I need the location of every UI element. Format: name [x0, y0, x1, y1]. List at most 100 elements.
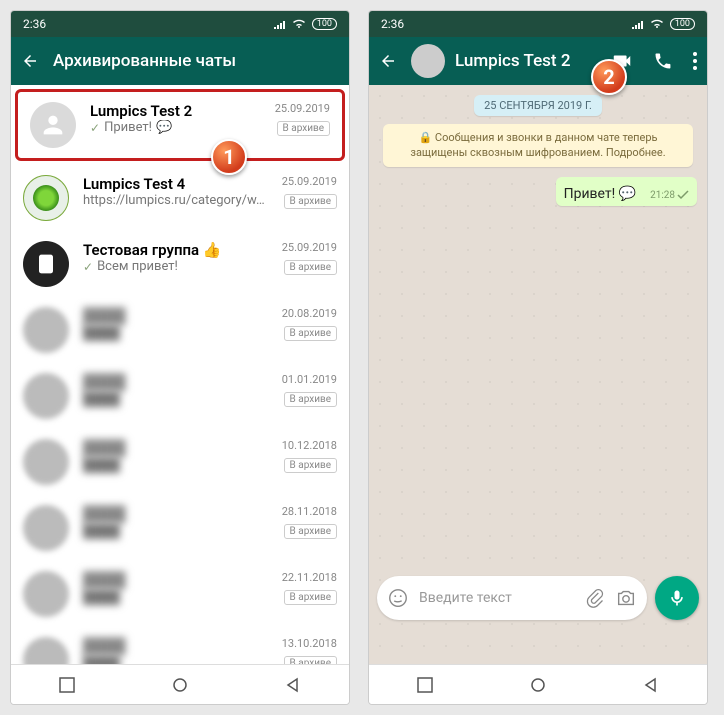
avatar: [23, 241, 69, 287]
nav-home-icon[interactable]: [172, 677, 188, 693]
message-text: Привет! 💬: [564, 186, 637, 202]
chat-preview: ████: [83, 523, 268, 539]
chat-preview: ✓Всем привет!: [83, 259, 268, 274]
chat-name: Lumpics Test 4: [83, 175, 268, 193]
mic-button[interactable]: [655, 576, 699, 620]
chat-date: 20.08.2019: [282, 307, 337, 320]
input-placeholder: Введите текст: [419, 590, 575, 606]
nav-back-icon[interactable]: [285, 677, 301, 693]
camera-icon[interactable]: [615, 587, 637, 609]
chat-preview: ████: [83, 391, 268, 407]
status-icons: 100: [274, 18, 337, 30]
app-bar: Lumpics Test 2: [369, 37, 707, 85]
wifi-icon: [292, 19, 306, 29]
chat-name: ████: [83, 439, 268, 457]
chat-item[interactable]: ████████20.08.2019В архиве: [11, 297, 349, 363]
encryption-notice[interactable]: 🔒 Сообщения и звонки в данном чате тепер…: [383, 124, 693, 167]
avatar: [30, 102, 76, 148]
avatar: [23, 439, 69, 485]
chat-date: 10.12.2018: [282, 439, 337, 452]
status-bar: 2:36 100: [369, 11, 707, 37]
chat-item[interactable]: ████████ 22.11.2018 В архиве: [11, 561, 349, 627]
wifi-icon: [650, 19, 664, 29]
callout-2: 2: [591, 59, 627, 95]
signal-icon: [632, 19, 644, 29]
date-divider: 25 СЕНТЯБРЯ 2019 Г.: [474, 95, 602, 116]
chat-name: ████: [83, 571, 268, 589]
chat-messages[interactable]: 25 СЕНТЯБРЯ 2019 Г. 🔒 Сообщения и звонки…: [369, 85, 707, 664]
chat-date: 25.09.2019: [282, 175, 337, 188]
clock: 2:36: [381, 17, 632, 31]
chat-item[interactable]: ████████28.11.2018В архиве: [11, 495, 349, 561]
highlight-selected-chat: Lumpics Test 2 ✓Привет! 💬 25.09.2019 В а…: [15, 89, 345, 161]
status-icons: 100: [632, 18, 695, 30]
battery-icon: 100: [670, 18, 695, 30]
chat-item[interactable]: ████████ 01.01.2019 В архиве: [11, 363, 349, 429]
delivered-tick-icon: ✓: [83, 260, 93, 274]
nav-home-icon[interactable]: [530, 677, 546, 693]
chat-date: 01.01.2019: [282, 373, 337, 386]
callout-1: 1: [211, 139, 247, 175]
sent-tick-icon: [677, 190, 689, 200]
avatar: [23, 175, 69, 221]
chat-preview: ✓Привет! 💬: [90, 120, 261, 135]
chat-preview: ████: [83, 589, 268, 605]
chat-date: 13.10.2018: [282, 637, 337, 650]
avatar: [23, 637, 69, 664]
nav-recent-icon[interactable]: [59, 677, 75, 693]
avatar: [23, 373, 69, 419]
nav-recent-icon[interactable]: [417, 677, 433, 693]
android-navbar: [369, 664, 707, 704]
chat-date: 25.09.2019: [275, 102, 330, 115]
back-button[interactable]: [379, 52, 397, 70]
archive-badge: В архиве: [284, 194, 337, 209]
chat-preview: https://lumpics.ru/category/w…: [83, 193, 268, 208]
chat-preview: ████: [83, 655, 268, 664]
chat-preview: ████: [83, 325, 268, 341]
archive-badge: В архиве: [284, 590, 337, 605]
nav-back-icon[interactable]: [643, 677, 659, 693]
delivered-tick-icon: ✓: [90, 121, 100, 135]
battery-icon: 100: [312, 18, 337, 30]
contact-avatar[interactable]: [411, 44, 445, 78]
chat-item[interactable]: Тестовая группа 👍 ✓Всем привет! 25.09.20…: [11, 231, 349, 297]
attach-icon[interactable]: [585, 588, 605, 608]
chat-item[interactable]: ████████10.12.2018В архиве: [11, 429, 349, 495]
archive-badge: В архиве: [284, 392, 337, 407]
message-outgoing[interactable]: Привет! 💬 21:28: [556, 177, 697, 206]
avatar: [23, 307, 69, 353]
archive-badge: В архиве: [284, 458, 337, 473]
archive-badge: В архиве: [284, 260, 337, 275]
chat-name: ████: [83, 373, 268, 391]
back-button[interactable]: [21, 52, 39, 70]
message-input-bar: Введите текст: [377, 576, 699, 620]
clock: 2:36: [23, 17, 274, 31]
avatar: [23, 505, 69, 551]
voice-call-icon[interactable]: [653, 51, 673, 71]
chat-list[interactable]: Lumpics Test 2 ✓Привет! 💬 25.09.2019 В а…: [11, 85, 349, 664]
archive-badge: В архиве: [277, 121, 330, 136]
chat-item[interactable]: ████████ 13.10.2018 В архиве: [11, 627, 349, 664]
message-time: 21:28: [650, 190, 689, 201]
chat-conversation-screen: 2:36 100 Lumpics Test 2 25 СЕНТЯБРЯ 2019…: [368, 10, 708, 705]
emoji-icon[interactable]: [387, 587, 409, 609]
page-title: Архивированные чаты: [53, 51, 339, 71]
chat-date: 28.11.2018: [282, 505, 337, 518]
chat-name: Тестовая группа 👍: [83, 241, 268, 259]
chat-date: 22.11.2018: [282, 571, 337, 584]
chat-name: ████: [83, 307, 268, 325]
archive-badge: В архиве: [284, 656, 337, 664]
chat-name: Lumpics Test 2: [90, 102, 261, 120]
message-input[interactable]: Введите текст: [377, 576, 647, 620]
contact-name[interactable]: Lumpics Test 2: [455, 51, 597, 71]
chat-name: ████: [83, 637, 268, 655]
menu-icon[interactable]: [693, 52, 697, 70]
avatar: [23, 571, 69, 617]
chat-item[interactable]: Lumpics Test 2 ✓Привет! 💬 25.09.2019 В а…: [18, 92, 342, 158]
archived-chats-screen: 2:36 100 Архивированные чаты Lumpics Tes…: [10, 10, 350, 705]
status-bar: 2:36 100: [11, 11, 349, 37]
signal-icon: [274, 19, 286, 29]
android-navbar: [11, 664, 349, 704]
archive-badge: В архиве: [284, 524, 337, 539]
chat-item[interactable]: Lumpics Test 4 https://lumpics.ru/catego…: [11, 165, 349, 231]
